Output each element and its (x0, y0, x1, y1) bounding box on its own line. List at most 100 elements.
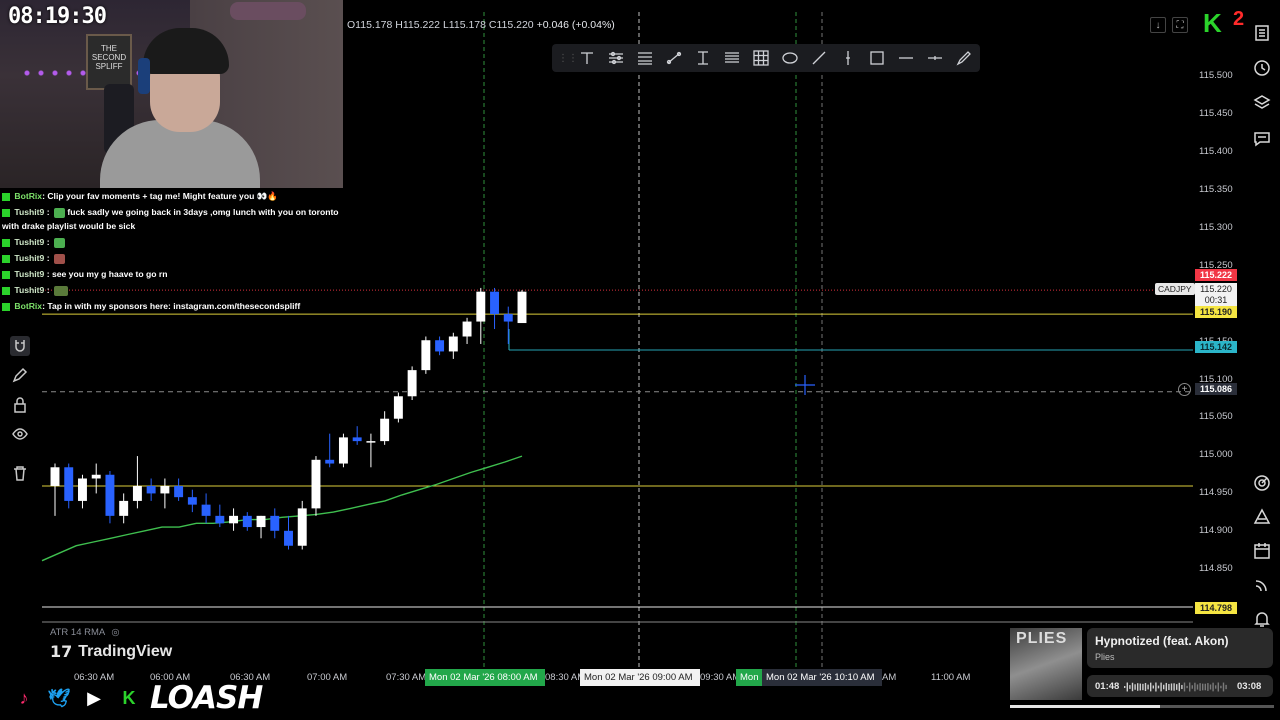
lock-icon[interactable] (10, 395, 30, 415)
audio-waveform (1124, 682, 1227, 692)
waveform-bar (1144, 682, 1147, 692)
chat-text: fuck sadly we going back in 3days ,omg l… (2, 207, 339, 231)
time-label: 07:00 AM (307, 672, 348, 683)
time-highlight-cursor: Mon 02 Mar '26 09:00 AM (580, 669, 700, 686)
candle-body (64, 467, 74, 501)
candle-body (393, 396, 403, 419)
price-label: 115.300 (1199, 222, 1233, 233)
candle-body (105, 474, 115, 516)
candle-body (132, 485, 142, 501)
ideas-icon[interactable] (1251, 506, 1273, 528)
atr-indicator-label[interactable]: ATR 14 RMA ◎ (50, 627, 120, 638)
candle-body (503, 314, 513, 322)
time-label: 09:30 AM (700, 672, 741, 683)
candle-body (407, 370, 417, 397)
chat-username: BotRix (14, 191, 43, 201)
line-tool-icon[interactable] (659, 46, 688, 70)
magnet-icon[interactable] (10, 336, 30, 356)
time-label: 07:30 AM (386, 672, 427, 683)
track-artist: Plies (1095, 652, 1115, 662)
time-label: 11:00 AM (931, 672, 971, 683)
waveform-bar (1191, 685, 1193, 689)
waveform-bar (1134, 684, 1136, 690)
layers-icon[interactable] (1251, 92, 1273, 114)
watchlist-icon[interactable] (1251, 22, 1273, 44)
candle-body (366, 441, 376, 443)
time-label: AM (882, 672, 897, 683)
kick-count: 2 (1233, 8, 1245, 30)
candle-body (448, 336, 458, 352)
grid-tool-icon[interactable] (746, 46, 775, 70)
eye-icon[interactable] (10, 424, 30, 444)
price-label: 115.450 (1199, 108, 1233, 119)
candle-body (297, 508, 307, 546)
list-tool-icon[interactable] (717, 46, 746, 70)
chat-icon[interactable] (1251, 128, 1273, 150)
album-art-text: PLIES (1016, 630, 1068, 647)
kick-corner-logo-icon: K (1203, 8, 1222, 38)
shape-tool-icon[interactable] (775, 46, 804, 70)
notifications-bell-icon[interactable] (1251, 608, 1273, 630)
current-price: 115.220 (1200, 284, 1232, 294)
download-icon[interactable]: ↓ (1150, 17, 1166, 33)
target-icon[interactable] (1251, 472, 1273, 494)
bar-countdown: 00:31 (1204, 295, 1228, 305)
current-price-tag: 115.220 00:31 (1195, 283, 1237, 307)
calendar-icon[interactable] (1251, 540, 1273, 562)
webcam-poster: THE SECOND SPLIFF (86, 34, 132, 90)
text-tool-icon[interactable] (572, 46, 601, 70)
tradingview-logo: 𝟭𝟳 TradingView (50, 642, 172, 662)
waveform-bar (1150, 682, 1152, 692)
hide-eye-icon[interactable]: ◎ (111, 627, 119, 638)
elapsed-time: 01:48 (1095, 681, 1120, 692)
diagonal-line-tool-icon[interactable] (804, 46, 833, 70)
waveform-bar (1168, 683, 1170, 691)
bottom-level-tag: 114.798 (1195, 602, 1237, 614)
tradingview-logo-text: TradingView (78, 643, 173, 660)
toolbar-grip-icon[interactable]: ⋮⋮ (558, 53, 578, 64)
pencil-lock-icon[interactable] (10, 365, 30, 385)
ohlc-high: H115.222 (395, 19, 441, 31)
brush-tool-icon[interactable] (949, 46, 978, 70)
alarm-clock-icon[interactable] (1251, 57, 1273, 79)
candle-body (435, 340, 445, 352)
price-label: 114.900 (1199, 525, 1233, 536)
add-alert-icon[interactable]: + (1178, 383, 1191, 396)
tradingview-mark-icon: 𝟭𝟳 (50, 644, 73, 661)
kick-badge-icon (2, 208, 10, 217)
waveform-bar (1181, 684, 1183, 690)
chat-message: BotRix: Clip your fav moments + tag me! … (2, 188, 342, 204)
candle-body (91, 474, 101, 479)
webcam-sign (230, 2, 306, 20)
horizontal-line-tool-icon[interactable] (891, 46, 920, 70)
tiktok-icon: ♪ (19, 687, 29, 708)
horizontal-ray-tool-icon[interactable] (920, 46, 949, 70)
kick-badge-icon (2, 302, 10, 311)
high-price-tag: 115.222 (1195, 269, 1237, 281)
text-cursor-tool-icon[interactable] (688, 46, 717, 70)
trash-icon[interactable] (10, 463, 30, 483)
chat-message: Tushit9 : see you my g haave to go rn (2, 266, 342, 282)
chat-username: BotRix (14, 301, 43, 311)
rectangle-tool-icon[interactable] (862, 46, 891, 70)
chat-message: Tushit9 : (2, 234, 342, 250)
emote-icon (53, 207, 65, 218)
chart-window-controls: ↓ ⛶ (1150, 17, 1188, 33)
broadcast-icon[interactable] (1251, 574, 1273, 596)
waveform-bar (1202, 683, 1204, 691)
fullscreen-icon[interactable]: ⛶ (1172, 17, 1188, 33)
price-label: 114.850 (1199, 563, 1233, 574)
filters-tool-icon[interactable] (601, 46, 630, 70)
candle-body (242, 515, 252, 528)
candle-body (146, 485, 156, 494)
waveform-bar (1215, 685, 1217, 689)
levels-tool-icon[interactable] (630, 46, 659, 70)
price-label: 115.500 (1199, 70, 1233, 81)
waveform-bar (1189, 682, 1191, 692)
track-progress-fill (1010, 705, 1161, 708)
waveform-bar (1165, 682, 1167, 692)
ohlc-header: O115.178 H115.222 L115.178 C115.220 +0.0… (347, 19, 615, 31)
waveform-bar (1126, 682, 1128, 692)
vertical-line-tool-icon[interactable] (833, 46, 862, 70)
candle-body (476, 291, 486, 322)
